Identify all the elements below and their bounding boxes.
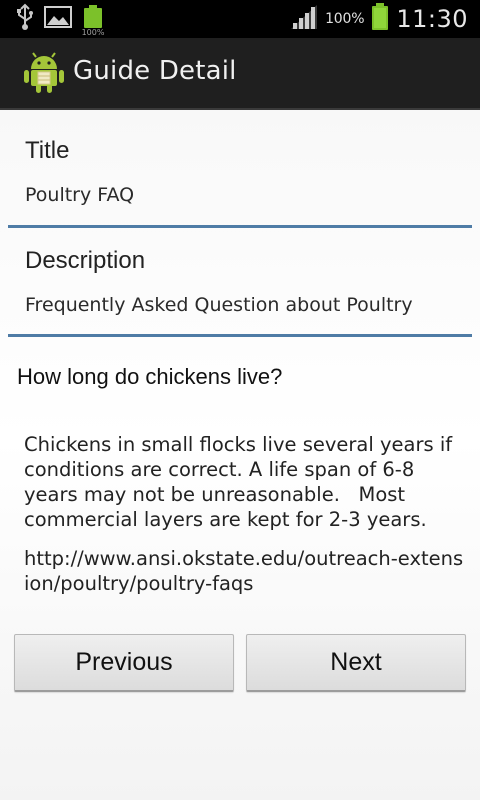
- clock: 11:30: [396, 5, 468, 33]
- signal-icon: [289, 3, 319, 35]
- next-button[interactable]: Next: [246, 634, 466, 692]
- mini-battery-icon: 100%: [80, 4, 106, 37]
- divider: [8, 334, 472, 337]
- title-value: Poultry FAQ: [25, 184, 135, 206]
- usb-icon: [14, 3, 36, 35]
- question-heading: How long do chickens live?: [17, 364, 283, 389]
- answer-text: Chickens in small flocks live several ye…: [24, 433, 459, 531]
- action-bar: Guide Detail: [0, 38, 480, 110]
- android-app-icon[interactable]: [22, 51, 66, 95]
- battery-percent: 100%: [325, 11, 365, 27]
- battery-icon: [370, 2, 390, 36]
- image-icon: [44, 5, 72, 33]
- source-link[interactable]: http://www.ansi.okstate.edu/outreach-ext…: [24, 546, 464, 596]
- description-label: Description: [25, 247, 146, 274]
- page-title: Guide Detail: [73, 56, 237, 86]
- divider: [8, 225, 472, 228]
- status-bar: 100% 100% 11:30: [0, 0, 480, 38]
- status-right: 100% 11:30: [289, 2, 468, 36]
- mini-battery-label: 100%: [81, 28, 105, 37]
- description-value: Frequently Asked Question about Poultry: [25, 294, 413, 316]
- status-left: 100%: [14, 3, 106, 37]
- title-label: Title: [25, 137, 70, 164]
- previous-button[interactable]: Previous: [14, 634, 234, 692]
